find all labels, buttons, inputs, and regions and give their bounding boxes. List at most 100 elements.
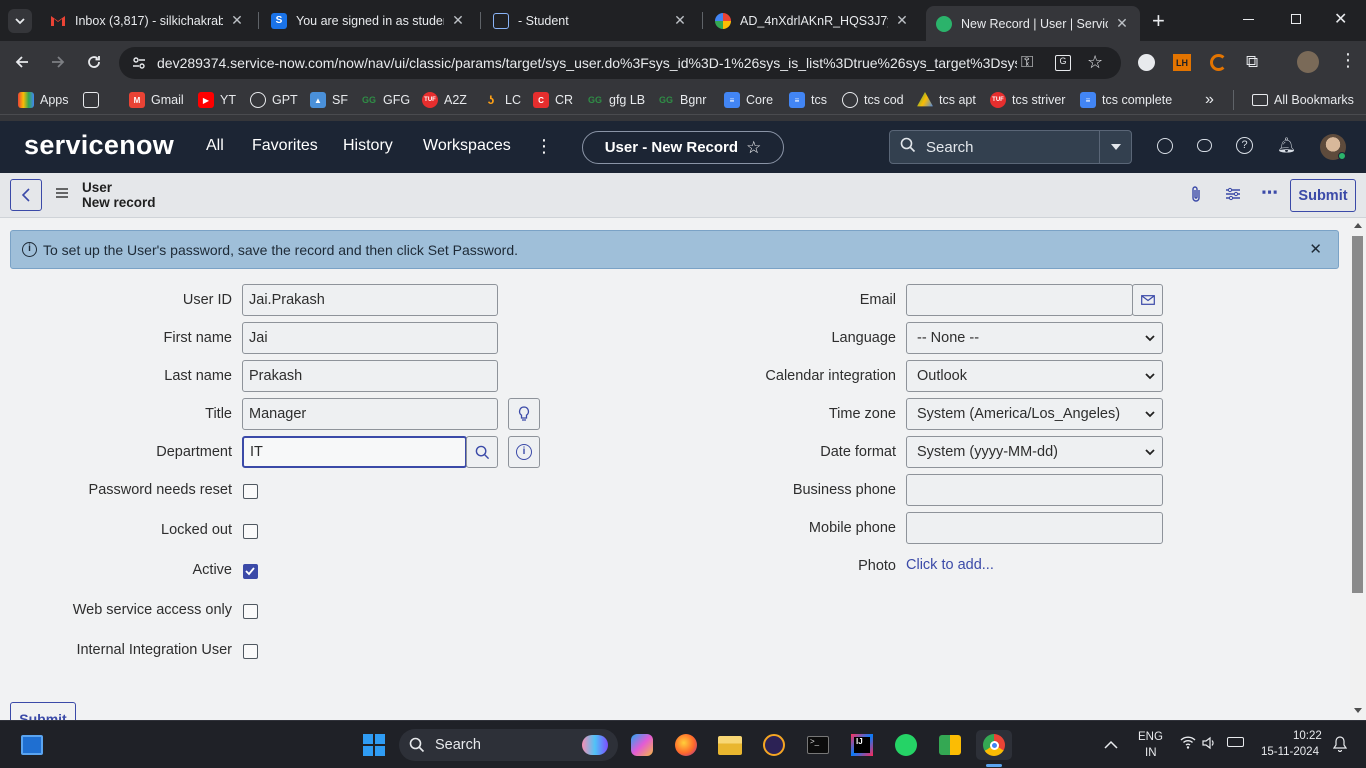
internal-integration-checkbox[interactable] — [243, 644, 258, 659]
nav-history[interactable]: History — [343, 137, 393, 155]
department-input[interactable]: IT — [242, 436, 467, 468]
personalize-icon[interactable] — [1225, 187, 1241, 206]
wifi-icon[interactable] — [1180, 735, 1196, 754]
scroll-thumb[interactable] — [1352, 236, 1363, 593]
chat-icon[interactable] — [1197, 139, 1212, 152]
tab-gmail[interactable]: Inbox (3,817) - silkichakrabor ✕ — [40, 6, 255, 35]
bookmark-gfg[interactable]: GG GFG — [361, 90, 410, 110]
whatsapp-icon[interactable] — [891, 730, 921, 760]
bottom-submit-button[interactable]: Submit — [10, 702, 76, 720]
eclipse-icon[interactable] — [759, 730, 789, 760]
user-id-input[interactable]: Jai.Prakash — [242, 284, 498, 316]
title-suggestion-button[interactable] — [508, 398, 540, 430]
web-service-access-checkbox[interactable] — [243, 604, 258, 619]
widgets-icon[interactable] — [17, 730, 47, 760]
back-icon[interactable] — [13, 53, 31, 76]
extension-avatar-icon[interactable] — [1138, 54, 1155, 71]
file-explorer-icon[interactable] — [715, 730, 745, 760]
scroll-up-arrow-icon[interactable] — [1354, 223, 1362, 228]
search-scope-dropdown[interactable] — [1099, 131, 1131, 163]
active-checkbox[interactable] — [243, 564, 258, 579]
page-scrollbar[interactable] — [1350, 218, 1366, 720]
help-icon[interactable]: ? — [1236, 137, 1253, 154]
tab-student-signed-in[interactable]: S You are signed in as student ✕ — [261, 6, 476, 35]
battery-icon[interactable] — [1227, 737, 1244, 747]
bookmark-tcs-cod[interactable]: tcs cod — [842, 90, 904, 110]
terminal-icon[interactable]: >_ — [803, 730, 833, 760]
business-phone-input[interactable] — [906, 474, 1163, 506]
new-tab-button[interactable]: + — [1152, 8, 1165, 34]
scroll-down-arrow-icon[interactable] — [1354, 708, 1362, 713]
bookmark-grid[interactable] — [83, 90, 105, 110]
bookmark-gfg-lb[interactable]: GG gfg LB — [587, 90, 645, 110]
bookmark-yt[interactable]: ▶ YT — [198, 90, 236, 110]
nav-workspaces[interactable]: Workspaces — [423, 137, 511, 155]
context-pill[interactable]: User - New Record ☆ — [582, 131, 784, 164]
taskbar-search-box[interactable]: Search — [399, 729, 618, 761]
nav-all[interactable]: All — [206, 137, 224, 155]
bookmark-a2z[interactable]: TUF A2Z — [422, 90, 467, 110]
clock-date[interactable]: 15-11-2024 — [1261, 746, 1319, 758]
clock-time[interactable]: 10:22 — [1293, 730, 1322, 742]
restore-icon[interactable] — [1291, 14, 1301, 24]
tab-new-record[interactable]: New Record | User | ServiceN ✕ — [926, 6, 1140, 41]
language-indicator[interactable]: ENG — [1138, 731, 1163, 743]
loading-extension-icon[interactable] — [1210, 54, 1227, 71]
time-zone-select[interactable]: System (America/Los_Angeles) — [906, 398, 1163, 430]
calendar-integration-select[interactable]: Outlook — [906, 360, 1163, 392]
bookmark-bgnr[interactable]: GG Bgnr — [658, 90, 706, 110]
close-tab-icon[interactable]: ✕ — [894, 12, 910, 29]
intellij-icon[interactable]: IJ — [847, 730, 877, 760]
tray-overflow-chevron-icon[interactable] — [1104, 737, 1118, 755]
lighthouse-extension-icon[interactable]: LH — [1173, 54, 1191, 71]
bookmark-gpt[interactable]: GPT — [250, 90, 298, 110]
photo-add-link[interactable]: Click to add... — [906, 557, 994, 573]
department-lookup-button[interactable] — [466, 436, 498, 468]
translate-icon[interactable]: G — [1055, 55, 1071, 71]
copilot-icon[interactable] — [627, 730, 657, 760]
tab-student[interactable]: - Student ✕ — [483, 6, 698, 35]
extensions-puzzle-icon[interactable]: ⧉ — [1246, 52, 1258, 72]
bookmarks-overflow-button[interactable]: » — [1205, 90, 1214, 110]
more-nav-icon[interactable]: ⋮ — [535, 136, 553, 157]
global-search-input[interactable]: Search — [889, 130, 1132, 164]
last-name-input[interactable]: Prakash — [242, 360, 498, 392]
tab-photos[interactable]: AD_4nXdrlAKnR_HQS3J7yaH ✕ — [705, 6, 920, 35]
send-email-button[interactable] — [1132, 284, 1163, 316]
reload-icon[interactable] — [85, 53, 103, 76]
all-bookmarks-button[interactable]: All Bookmarks — [1233, 90, 1354, 110]
bookmark-star-icon[interactable]: ☆ — [1087, 52, 1103, 73]
nav-favorites[interactable]: Favorites — [252, 137, 318, 155]
browser-menu-icon[interactable]: ⋮ — [1339, 50, 1357, 71]
date-format-select[interactable]: System (yyyy-MM-dd) — [906, 436, 1163, 468]
google-chat-icon[interactable] — [935, 730, 965, 760]
bookmark-cr[interactable]: C CR — [533, 90, 573, 110]
email-input[interactable] — [906, 284, 1133, 316]
attachment-icon[interactable] — [1189, 185, 1203, 208]
globe-icon[interactable] — [1157, 138, 1173, 154]
mobile-phone-input[interactable] — [906, 512, 1163, 544]
close-window-icon[interactable]: ✕ — [1334, 9, 1347, 29]
close-tab-icon[interactable]: ✕ — [1114, 15, 1130, 32]
chrome-icon[interactable] — [976, 730, 1012, 760]
site-info-icon[interactable] — [131, 55, 147, 74]
close-tab-icon[interactable]: ✕ — [672, 12, 688, 29]
bookmark-tcs-striver[interactable]: TUF tcs striver — [990, 90, 1065, 110]
firefox-icon[interactable] — [671, 730, 701, 760]
close-banner-icon[interactable]: ✕ — [1309, 240, 1322, 258]
locked-out-checkbox[interactable] — [243, 524, 258, 539]
department-info-button[interactable]: i — [508, 436, 540, 468]
profile-avatar-icon[interactable] — [1297, 51, 1319, 73]
bookmark-tcs-complete[interactable]: ≡ tcs complete — [1080, 90, 1172, 110]
password-needs-reset-checkbox[interactable] — [243, 484, 258, 499]
bookmark-sf[interactable]: ▲ SF — [310, 90, 348, 110]
notifications-bell-icon[interactable]: 🔔︎ — [1277, 136, 1296, 154]
forward-icon[interactable] — [49, 53, 67, 76]
minimize-icon[interactable] — [1243, 19, 1254, 20]
bookmark-gmail[interactable]: M Gmail — [129, 90, 184, 110]
title-input[interactable]: Manager — [242, 398, 498, 430]
tab-search-icon[interactable] — [8, 9, 32, 33]
start-windows-icon[interactable] — [359, 730, 389, 760]
bookmark-lc[interactable]: ʖ LC — [483, 90, 521, 110]
volume-icon[interactable] — [1202, 736, 1216, 755]
